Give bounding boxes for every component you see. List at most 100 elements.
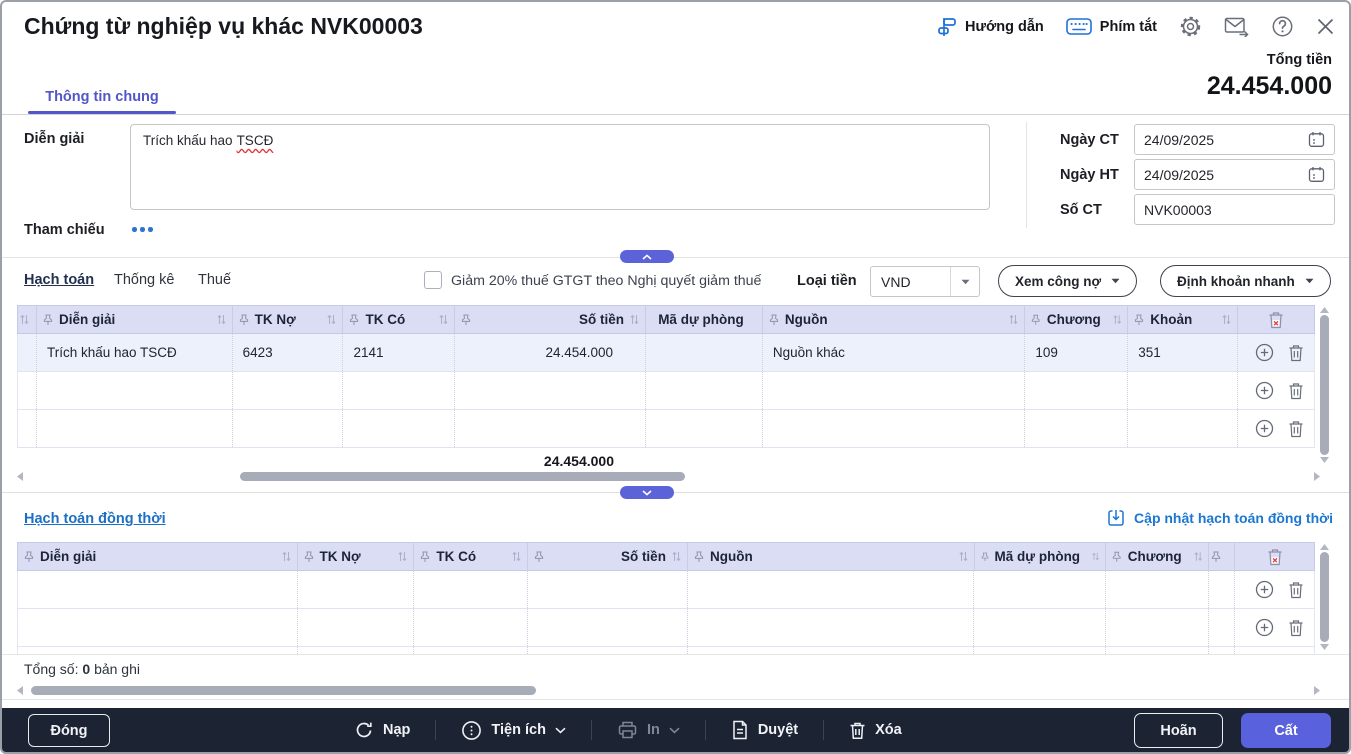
sort-icon[interactable]: [1009, 314, 1018, 325]
cell-khoan[interactable]: [1128, 410, 1238, 447]
pin-icon[interactable]: [769, 314, 779, 326]
header-cell-dien-giai[interactable]: Diễn giải: [18, 543, 298, 570]
header-cell-tk-no[interactable]: TK Nợ: [298, 543, 415, 570]
header-cell-ma-du-phong[interactable]: Mã dự phòng: [646, 306, 763, 333]
pin-icon[interactable]: [1112, 551, 1121, 563]
cell-pin[interactable]: [1209, 571, 1235, 608]
header-cell-delete-all[interactable]: [1235, 543, 1314, 570]
print-button[interactable]: In: [617, 720, 680, 740]
cell-tk-co[interactable]: 2141: [343, 334, 455, 371]
pin-icon[interactable]: [349, 314, 359, 326]
header-cell-chuong[interactable]: Chương: [1025, 306, 1128, 333]
help-icon[interactable]: [1271, 15, 1294, 38]
sort-icon[interactable]: [1194, 551, 1203, 562]
table2-horizontal-scrollbar[interactable]: [17, 685, 1320, 696]
scroll-left-icon[interactable]: [17, 686, 23, 695]
header-cell-tk-no[interactable]: TK Nợ: [233, 306, 344, 333]
cell-tk-no[interactable]: [298, 609, 415, 646]
sort-icon[interactable]: [398, 551, 407, 562]
close-icon[interactable]: [1316, 17, 1335, 36]
header-cell-pin[interactable]: [1209, 543, 1235, 570]
scroll-right-icon[interactable]: [1314, 472, 1320, 481]
sort-icon[interactable]: [512, 551, 521, 562]
sort-icon[interactable]: [282, 551, 291, 562]
scrollbar-thumb[interactable]: [1320, 315, 1329, 455]
cell-tk-no[interactable]: [233, 372, 344, 409]
cell-so-tien[interactable]: [528, 571, 688, 608]
guide-button[interactable]: Hướng dẫn: [935, 16, 1044, 38]
delete-row-icon[interactable]: [1288, 344, 1304, 362]
cell-select[interactable]: [18, 372, 37, 409]
currency-select[interactable]: VND: [870, 266, 980, 297]
table1-horizontal-scrollbar[interactable]: [17, 471, 1320, 482]
delete-button[interactable]: Xóa: [849, 721, 902, 740]
header-cell-chuong[interactable]: Chương: [1106, 543, 1209, 570]
gear-icon[interactable]: [1179, 15, 1202, 38]
cell-nguon[interactable]: [763, 410, 1026, 447]
scroll-down-icon[interactable]: [1320, 644, 1329, 650]
header-cell-tk-co[interactable]: TK Có: [414, 543, 528, 570]
cell-nguon[interactable]: Nguồn khác: [763, 334, 1026, 371]
cell-so-tien[interactable]: [528, 609, 688, 646]
scroll-left-icon[interactable]: [17, 472, 23, 481]
pin-icon[interactable]: [1031, 314, 1040, 326]
post-date-input[interactable]: 24/09/2025: [1134, 159, 1335, 190]
sort-icon[interactable]: [959, 551, 968, 562]
scroll-right-icon[interactable]: [1314, 686, 1320, 695]
cell-so-tien[interactable]: [455, 410, 646, 447]
cell-chuong[interactable]: [1106, 571, 1209, 608]
header-cell-tk-co[interactable]: TK Có: [343, 306, 455, 333]
cell-ma-du-phong[interactable]: [646, 334, 763, 371]
sort-icon[interactable]: [672, 551, 681, 562]
header-cell-nguon[interactable]: Nguồn: [688, 543, 975, 570]
trash-x-icon[interactable]: [1267, 548, 1283, 566]
cell-so-tien[interactable]: 24.454.000: [455, 334, 646, 371]
sort-icon[interactable]: [630, 314, 639, 325]
description-textarea[interactable]: Trích khấu haoTSCĐ: [130, 124, 990, 210]
cell-tk-no[interactable]: 6423: [233, 334, 344, 371]
cell-dien-giai[interactable]: Trích khấu hao TSCĐ: [37, 334, 233, 371]
pin-icon[interactable]: [420, 551, 430, 563]
add-row-icon[interactable]: [1255, 419, 1274, 438]
header-cell-khoan[interactable]: Khoản: [1128, 306, 1238, 333]
pin-icon[interactable]: [534, 551, 544, 563]
cell-ma-du-phong[interactable]: [646, 372, 763, 409]
pin-icon[interactable]: [43, 314, 53, 326]
trash-x-icon[interactable]: [1268, 311, 1284, 329]
cell-so-tien[interactable]: [455, 372, 646, 409]
cell-dien-giai[interactable]: [37, 410, 233, 447]
utilities-button[interactable]: Tiện ích: [461, 720, 566, 741]
save-button[interactable]: Cất: [1241, 713, 1331, 748]
scrollbar-thumb[interactable]: [1320, 552, 1329, 642]
cell-select[interactable]: [18, 410, 37, 447]
scroll-up-icon[interactable]: [1320, 544, 1329, 550]
header-cell-delete-all[interactable]: [1238, 306, 1314, 333]
update-simultaneous-button[interactable]: Cập nhật hạch toán đồng thời: [1106, 508, 1333, 528]
cell-khoan[interactable]: 351: [1128, 334, 1238, 371]
reference-more-icon[interactable]: [132, 227, 156, 232]
sort-icon[interactable]: [1092, 551, 1099, 562]
tab-thong-tin-chung[interactable]: Thông tin chung: [28, 80, 176, 114]
tab-thue[interactable]: Thuế: [198, 272, 231, 288]
cell-ma-du-phong[interactable]: [974, 609, 1106, 646]
cell-nguon[interactable]: [688, 609, 975, 646]
delete-row-icon[interactable]: [1288, 420, 1304, 438]
cell-chuong[interactable]: [1106, 609, 1209, 646]
header-cell-nguon[interactable]: Nguồn: [763, 306, 1026, 333]
sort-icon[interactable]: [1113, 314, 1122, 325]
scrollbar-thumb[interactable]: [31, 686, 536, 695]
reload-button[interactable]: Nạp: [354, 720, 410, 740]
postpone-button[interactable]: Hoãn: [1134, 713, 1223, 748]
sort-icon[interactable]: [217, 314, 226, 325]
header-cell-so-tien[interactable]: Số tiền: [455, 306, 646, 333]
cell-chuong[interactable]: [1025, 372, 1128, 409]
cell-tk-co[interactable]: [414, 609, 528, 646]
delete-row-icon[interactable]: [1288, 581, 1304, 599]
cell-tk-co[interactable]: [343, 372, 455, 409]
cell-tk-no[interactable]: [298, 571, 415, 608]
approve-button[interactable]: Duyệt: [731, 720, 798, 740]
cell-dien-giai[interactable]: [18, 609, 298, 646]
collapse-down-button[interactable]: [620, 486, 674, 499]
add-row-icon[interactable]: [1255, 580, 1274, 599]
add-row-icon[interactable]: [1255, 381, 1274, 400]
